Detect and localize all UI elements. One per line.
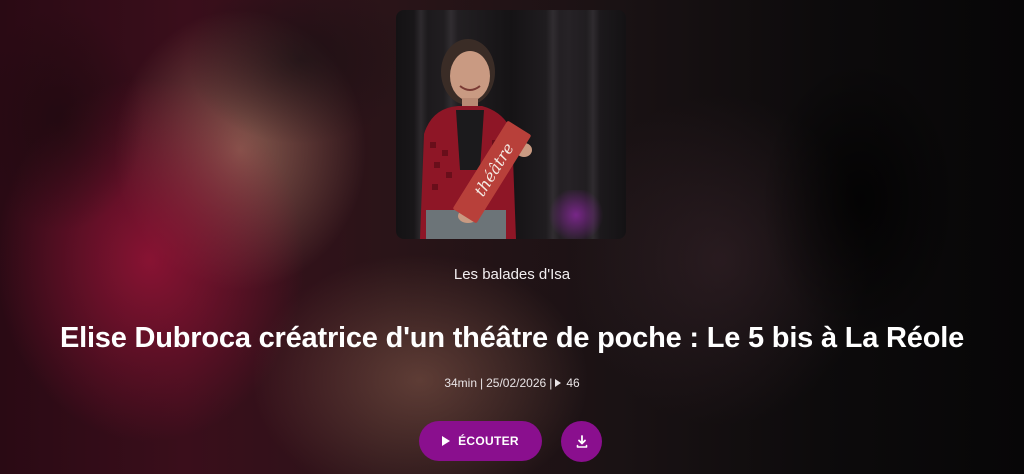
episode-title: Elise Dubroca créatrice d'un théâtre de … — [59, 322, 965, 354]
podcast-name[interactable]: Les balades d'Isa — [0, 266, 1024, 283]
listen-button-label: ÉCOUTER — [458, 434, 519, 448]
play-count: 46 — [566, 376, 580, 390]
person-with-sign-illustration — [420, 39, 532, 239]
download-button[interactable] — [561, 421, 602, 462]
episode-cover-image: théâtre — [396, 10, 626, 239]
player-hero: théâtre Les balades d'Isa Elise Dubroca … — [0, 0, 1024, 474]
meta-separator: | — [480, 376, 484, 390]
play-count-icon — [555, 379, 562, 387]
episode-duration: 34min — [444, 376, 477, 390]
listen-button[interactable]: ÉCOUTER — [419, 421, 542, 461]
episode-meta: 34min | 25/02/2026 | 46 — [0, 376, 1024, 390]
episode-date: 25/02/2026 — [486, 376, 547, 390]
download-icon — [576, 434, 587, 448]
meta-separator: | — [549, 376, 553, 390]
play-icon — [442, 436, 451, 446]
